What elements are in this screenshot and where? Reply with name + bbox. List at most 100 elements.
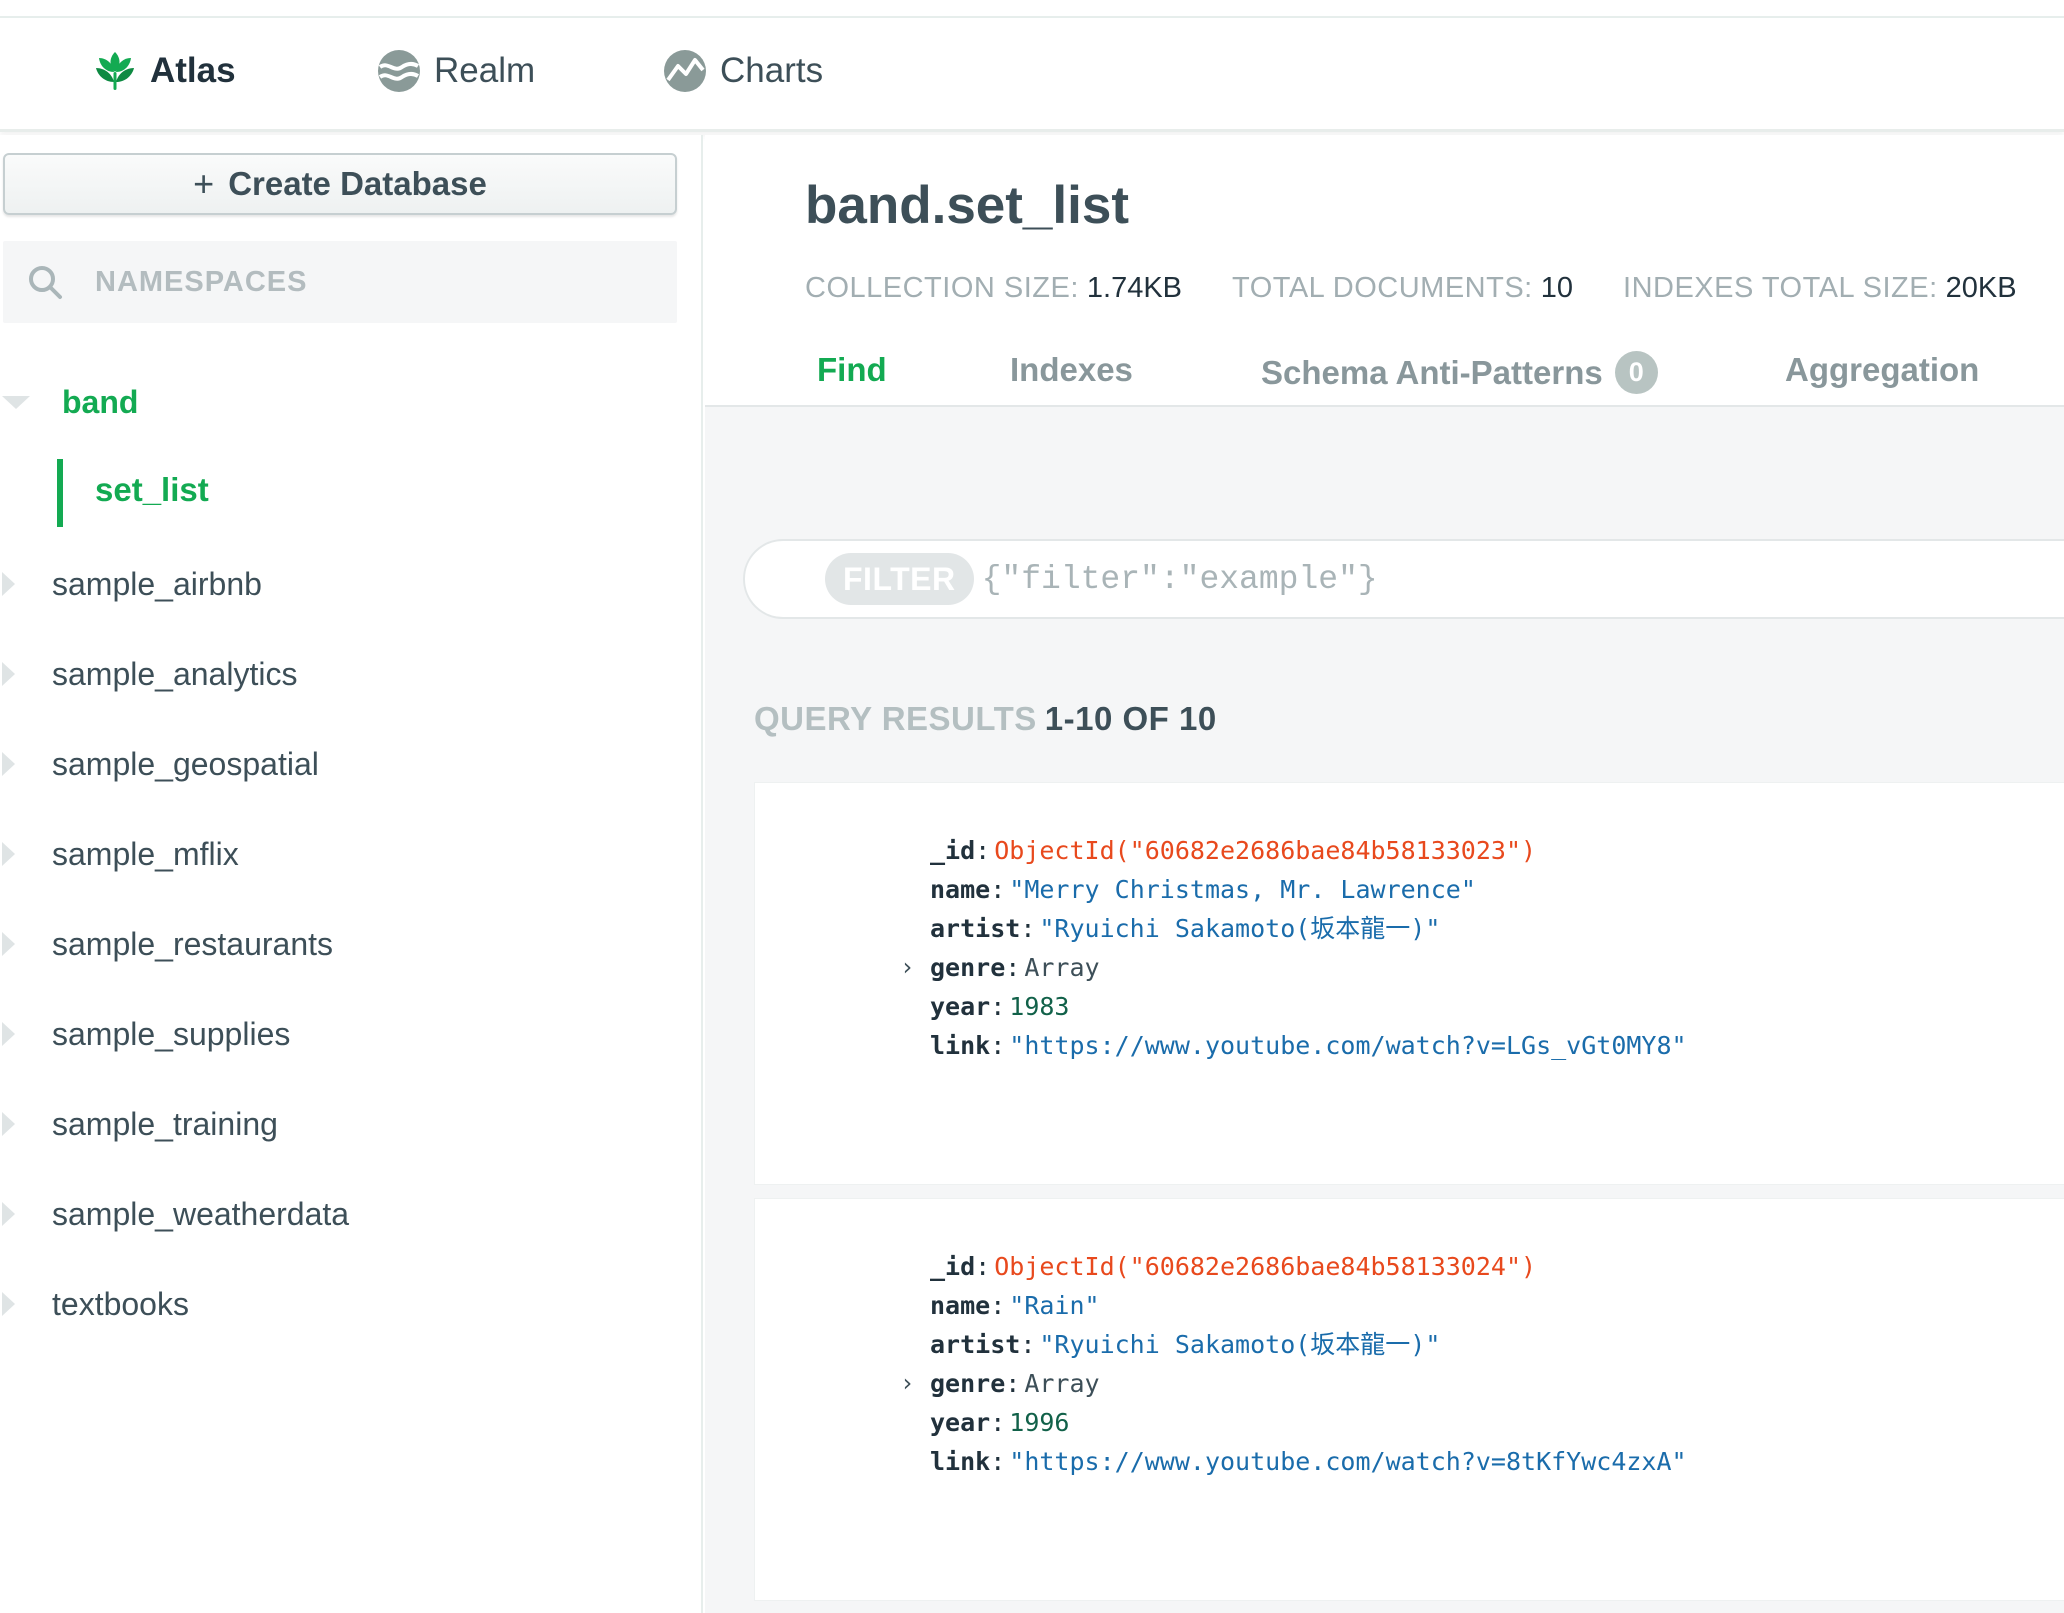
field-colon: :	[975, 836, 991, 865]
tab-label: Find	[817, 351, 887, 388]
field-colon: :	[990, 1291, 1006, 1320]
query-results-summary: QUERY RESULTS 1-10 OF 10	[754, 700, 1217, 738]
plus-icon: +	[193, 163, 215, 204]
field-key: year	[930, 992, 991, 1021]
document-field-year: year: 1983	[930, 987, 1687, 1026]
database-name: sample_training	[52, 1105, 278, 1142]
field-colon: :	[975, 1252, 991, 1281]
product-tab-label: Charts	[720, 51, 824, 90]
query-results-label: QUERY RESULTS	[754, 700, 1037, 737]
field-value: "https://www.youtube.com/watch?v=LGs_vGt…	[1009, 1031, 1687, 1060]
product-tab-realm[interactable]: Realm	[376, 48, 535, 132]
field-key: link	[930, 1447, 991, 1476]
field-value: Array	[1024, 953, 1100, 982]
document-fields: _id: ObjectId("60682e2686bae84b58133023")…	[900, 831, 1687, 1065]
stat-label: INDEXES TOTAL SIZE:	[1623, 272, 1938, 304]
field-key: genre	[930, 1369, 1006, 1398]
document-card[interactable]: _id: ObjectId("60682e2686bae84b58133023")…	[754, 782, 2064, 1185]
chevron-right-icon[interactable]: ›	[900, 948, 914, 987]
collection-title: band.set_list	[805, 176, 1129, 235]
document-field-name: name: "Rain"	[930, 1286, 1687, 1325]
database-name: sample_weatherdata	[52, 1195, 350, 1232]
active-collection-indicator	[57, 459, 63, 527]
database-item-sample-supplies[interactable]: sample_supplies	[0, 989, 700, 1079]
collection-header: band.set_list COLLECTION SIZE: 1.74KB TOT…	[705, 135, 2064, 407]
product-nav-bar: Atlas Realm Charts	[0, 18, 2064, 150]
field-key: _id	[930, 836, 976, 865]
document-fields: _id: ObjectId("60682e2686bae84b58133024")…	[900, 1247, 1687, 1481]
realm-icon	[376, 48, 422, 94]
database-name: sample_restaurants	[52, 925, 334, 962]
document-field-genre: › genre: Array	[900, 948, 1687, 987]
collection-stats: COLLECTION SIZE: 1.74KB TOTAL DOCUMENTS: 1…	[805, 272, 2064, 305]
query-results-count: 1-10 OF 10	[1044, 700, 1217, 737]
database-item-band[interactable]: band	[0, 357, 700, 447]
namespace-search-input[interactable]	[95, 265, 615, 299]
database-item-sample-mflix[interactable]: sample_mflix	[0, 809, 700, 899]
caret-down-icon[interactable]	[2, 395, 30, 409]
database-item-sample-airbnb[interactable]: sample_airbnb	[0, 539, 700, 629]
caret-right-icon[interactable]	[2, 1112, 15, 1136]
field-colon: :	[1005, 953, 1021, 982]
filter-label[interactable]: FILTER	[825, 553, 974, 605]
tab-indexes[interactable]: Indexes	[1010, 351, 1133, 389]
count-badge: 0	[1614, 351, 1658, 394]
stat-collection-size: COLLECTION SIZE: 1.74KB	[805, 272, 1182, 305]
field-key: _id	[930, 1252, 976, 1281]
database-item-textbooks[interactable]: textbooks	[0, 1259, 700, 1349]
database-name: sample_airbnb	[52, 565, 262, 602]
database-item-sample-training[interactable]: sample_training	[0, 1079, 700, 1169]
database-item-sample-restaurants[interactable]: sample_restaurants	[0, 899, 700, 989]
field-colon: :	[1020, 1330, 1036, 1359]
caret-right-icon[interactable]	[2, 1202, 15, 1226]
field-colon: :	[990, 992, 1006, 1021]
caret-right-icon[interactable]	[2, 662, 15, 686]
field-key: year	[930, 1408, 991, 1437]
caret-right-icon[interactable]	[2, 752, 15, 776]
tab-find[interactable]: Find	[817, 351, 887, 389]
database-item-sample-analytics[interactable]: sample_analytics	[0, 629, 700, 719]
browser-top-edge	[0, 0, 2064, 18]
field-value: "Rain"	[1009, 1291, 1100, 1320]
product-tab-charts[interactable]: Charts	[662, 48, 823, 132]
document-card[interactable]: _id: ObjectId("60682e2686bae84b58133024")…	[754, 1198, 2064, 1601]
document-field-id: _id: ObjectId("60682e2686bae84b58133023")	[930, 831, 1687, 870]
product-tab-atlas[interactable]: Atlas	[92, 48, 236, 132]
create-database-label: Create Database	[228, 165, 487, 202]
field-value: ObjectId("60682e2686bae84b58133024")	[994, 1252, 1537, 1281]
field-colon: :	[990, 875, 1006, 904]
create-database-button[interactable]: + Create Database	[3, 153, 677, 215]
document-field-genre: › genre: Array	[900, 1364, 1687, 1403]
collection-view: band.set_list COLLECTION SIZE: 1.74KB TOT…	[705, 135, 2064, 1613]
tab-label: Indexes	[1010, 351, 1133, 388]
document-field-link: link: "https://www.youtube.com/watch?v=8t…	[930, 1442, 1687, 1481]
field-key: name	[930, 1291, 991, 1320]
database-item-sample-weatherdata[interactable]: sample_weatherdata	[0, 1169, 700, 1259]
document-field-id: _id: ObjectId("60682e2686bae84b58133024")	[930, 1247, 1687, 1286]
caret-right-icon[interactable]	[2, 932, 15, 956]
collection-item-set-list[interactable]: set_list	[0, 447, 700, 539]
caret-right-icon[interactable]	[2, 842, 15, 866]
tab-schema-anti-patterns[interactable]: Schema Anti-Patterns 0	[1261, 351, 1658, 394]
charts-icon	[662, 48, 708, 94]
document-field-artist: artist: "Ryuichi Sakamoto(坂本龍一)"	[930, 909, 1687, 948]
field-value: "Ryuichi Sakamoto(坂本龍一)"	[1039, 914, 1441, 943]
field-key: genre	[930, 953, 1006, 982]
tab-aggregation[interactable]: Aggregation	[1785, 351, 1979, 389]
field-colon: :	[990, 1408, 1006, 1437]
database-name: sample_mflix	[52, 835, 239, 872]
document-field-link: link: "https://www.youtube.com/watch?v=LG…	[930, 1026, 1687, 1065]
field-colon: :	[990, 1031, 1006, 1060]
field-value: "https://www.youtube.com/watch?v=8tKfYwc…	[1009, 1447, 1687, 1476]
collection-name: set_list	[95, 471, 209, 508]
chevron-right-icon[interactable]: ›	[900, 1364, 914, 1403]
field-value: "Merry Christmas, Mr. Lawrence"	[1009, 875, 1476, 904]
namespace-search	[3, 241, 677, 323]
field-key: artist	[930, 914, 1021, 943]
caret-right-icon[interactable]	[2, 572, 15, 596]
caret-right-icon[interactable]	[2, 1022, 15, 1046]
database-item-sample-geospatial[interactable]: sample_geospatial	[0, 719, 700, 809]
filter-bar: FILTER	[743, 539, 2064, 619]
caret-right-icon[interactable]	[2, 1292, 15, 1316]
filter-input[interactable]	[981, 560, 2064, 598]
